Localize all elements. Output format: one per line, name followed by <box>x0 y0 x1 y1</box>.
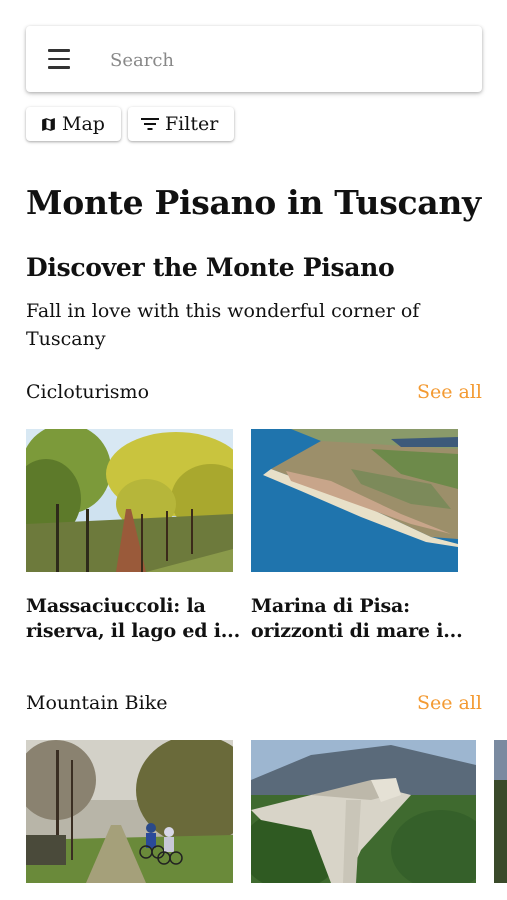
search-input[interactable] <box>108 44 462 76</box>
filter-label: Filter <box>165 113 219 135</box>
map-label: Map <box>62 113 105 135</box>
search-bar <box>26 26 482 92</box>
card-massaciuccoli[interactable]: Massaciuccoli: la riserva, il lago ed i.… <box>26 429 241 644</box>
card-image <box>494 740 507 883</box>
map-icon <box>42 117 55 131</box>
section-title: Discover the Monte Pisano <box>26 253 395 282</box>
category-label: Cicloturismo <box>26 381 150 403</box>
card-title: Marina di Pisa: orizzonti di mare i... <box>251 595 463 642</box>
section-description: Fall in love with this wonderful corner … <box>26 300 420 350</box>
card-image <box>26 740 233 883</box>
filter-button[interactable]: Filter <box>128 107 234 141</box>
card-image <box>251 740 476 883</box>
page-title: Monte Pisano in Tuscany <box>26 183 481 222</box>
card-mountain-bike-2[interactable] <box>251 740 476 883</box>
map-button[interactable]: Map <box>26 107 121 141</box>
see-all-link[interactable]: See all <box>417 690 482 716</box>
card-image <box>251 429 458 572</box>
category-label: Mountain Bike <box>26 692 168 714</box>
see-all-link[interactable]: See all <box>417 379 482 405</box>
card-marina-di-pisa[interactable]: Marina di Pisa: orizzonti di mare i... <box>251 429 463 644</box>
card-mountain-bike-1[interactable] <box>26 740 233 883</box>
menu-icon[interactable] <box>48 49 70 69</box>
card-mountain-bike-3[interactable] <box>494 740 507 883</box>
filter-icon <box>141 118 159 130</box>
card-title: Massaciuccoli: la riserva, il lago ed i.… <box>26 595 241 642</box>
card-image <box>26 429 233 572</box>
